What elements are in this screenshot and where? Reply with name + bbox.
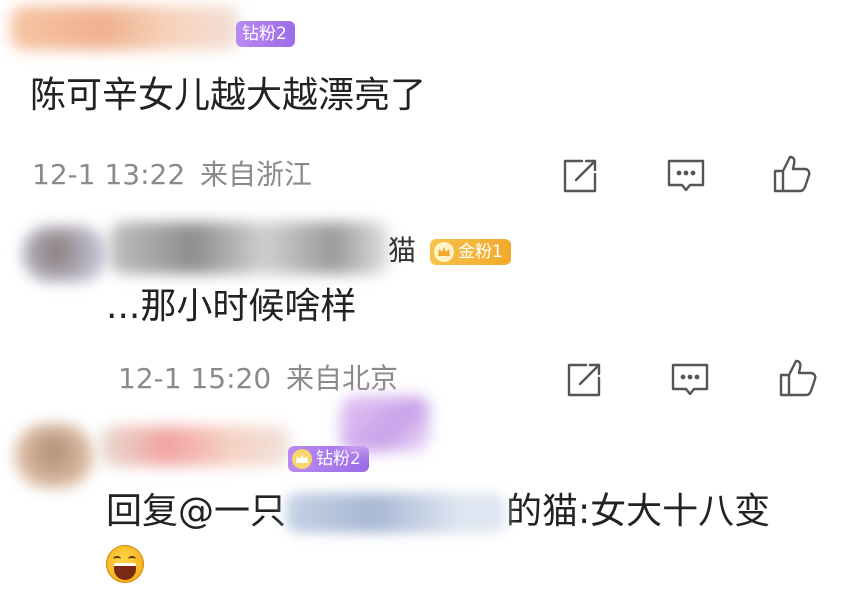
like-button[interactable] [776,356,820,400]
share-button[interactable] [562,358,606,402]
username-blurred[interactable] [10,6,240,50]
comment-icon [667,159,705,192]
share-icon [567,363,601,397]
comment-location: 来自北京 [286,362,399,395]
like-button[interactable] [770,152,814,196]
decoration-blurred [340,396,430,452]
comment-location: 来自浙江 [200,158,313,191]
reply-body: 的猫:女大十八变 [506,491,771,532]
thumbs-up-icon [773,155,811,193]
fan-badge: 钻粉2 [236,21,295,47]
crown-icon [292,449,312,469]
comment-text: ...那小时候啥样 [106,286,357,327]
comment-time: 12-1 15:20 [118,362,272,395]
reply-username-blurred[interactable] [286,493,507,533]
comment-button[interactable] [664,154,708,198]
fan-badge: 金粉1 [430,239,511,265]
crown-icon [434,242,454,262]
avatar[interactable] [22,226,108,282]
username-blurred[interactable] [110,222,390,274]
laughing-face-emoji [106,545,144,583]
comment-text: 陈可辛女儿越大越漂亮了 [30,75,427,116]
username-blurred[interactable] [100,426,290,466]
comment-icon [671,363,709,396]
thumbs-up-icon [779,359,817,397]
reply-prefix[interactable]: 回复@一只 [106,491,286,532]
share-button[interactable] [558,154,602,198]
avatar[interactable] [14,424,94,488]
comment-time: 12-1 13:22 [32,158,186,191]
comment-meta: 12-1 13:22 来自浙江 [32,158,312,192]
comment-meta: 12-1 15:20 来自北京 [118,362,398,396]
reply-text: 回复@一只 的猫:女大十八变 [106,490,770,534]
username-partial: 猫 [388,234,417,267]
comment-button[interactable] [668,358,712,402]
share-icon [563,159,597,193]
